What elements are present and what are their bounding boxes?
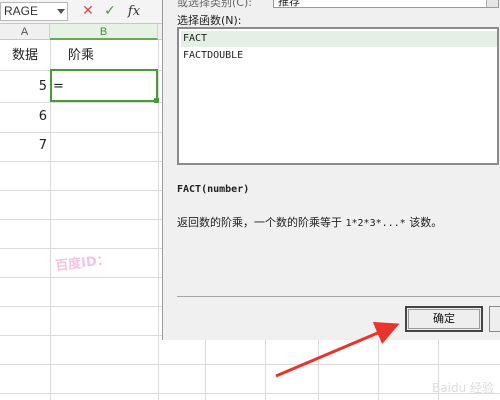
red-pointer-arrow-icon: [275, 321, 400, 378]
site-watermark: Baidu 经验: [432, 381, 494, 395]
